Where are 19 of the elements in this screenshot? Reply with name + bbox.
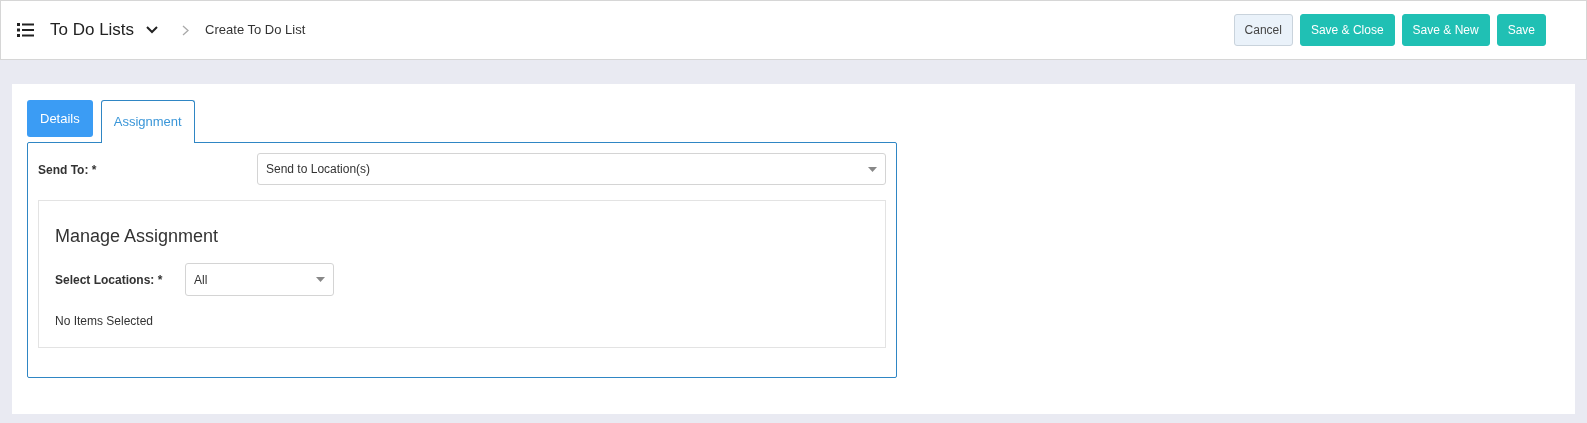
action-button[interactable]: Save — [1496, 14, 1546, 46]
chevron-right-icon — [182, 24, 190, 36]
tab[interactable]: Assignment — [100, 100, 195, 143]
send-to-select[interactable]: Send to Location(s) — [257, 153, 886, 185]
send-to-label: Send To: * — [38, 162, 98, 179]
dropdown-caret-icon — [316, 277, 325, 282]
page-title: To Do Lists — [50, 19, 135, 42]
breadcrumb-text: Create To Do List — [205, 21, 306, 40]
chevron-down-icon[interactable] — [146, 26, 159, 34]
locations-select[interactable]: All — [185, 263, 334, 296]
tab[interactable]: Details — [27, 100, 93, 137]
action-button[interactable]: Save & New — [1401, 14, 1490, 46]
list-icon[interactable] — [17, 23, 34, 37]
select-locations-label: Select Locations: * — [55, 271, 164, 289]
section-title: Manage Assignment — [55, 225, 220, 248]
empty-message: No Items Selected — [55, 313, 155, 330]
action-button[interactable]: Cancel — [1233, 14, 1293, 46]
action-button[interactable]: Save & Close — [1299, 14, 1395, 46]
dropdown-caret-icon — [868, 166, 877, 172]
